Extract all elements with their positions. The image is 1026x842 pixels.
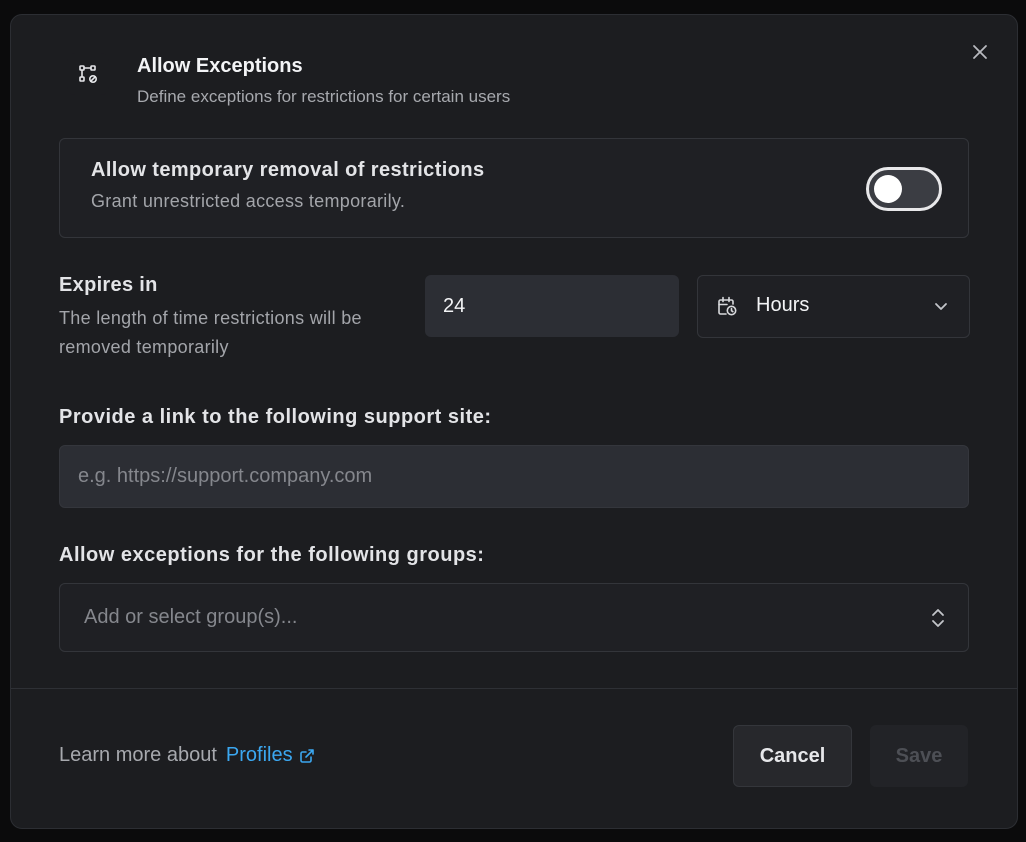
temporary-removal-toggle[interactable] — [866, 167, 942, 211]
allow-exceptions-dialog: Allow Exceptions Define exceptions for r… — [10, 14, 1018, 829]
expires-unit-select[interactable]: Hours — [697, 275, 970, 338]
footer-divider — [11, 688, 1017, 689]
profiles-link-label: Profiles — [225, 744, 293, 766]
dialog-subtitle: Define exceptions for restrictions for c… — [137, 87, 511, 106]
expires-description: The length of time restrictions will be … — [59, 308, 362, 357]
temporary-removal-title: Allow temporary removal of restrictions — [91, 159, 485, 181]
temporary-removal-card: Allow temporary removal of restrictions … — [59, 138, 969, 238]
expires-unit-value: Hours — [756, 294, 810, 316]
support-link-input[interactable] — [59, 445, 969, 508]
external-link-icon — [299, 748, 314, 763]
save-button[interactable]: Save — [870, 725, 968, 787]
expires-value-input[interactable] — [425, 275, 679, 337]
toggle-knob — [874, 175, 902, 203]
close-icon — [973, 45, 987, 59]
cancel-button[interactable]: Cancel — [733, 725, 852, 787]
chevron-up-down-icon — [932, 609, 944, 627]
temporary-removal-description: Grant unrestricted access temporarily. — [91, 191, 406, 211]
groups-placeholder: Add or select group(s)... — [84, 606, 298, 628]
calendar-clock-icon — [718, 296, 737, 316]
learn-more-text: Learn more about — [59, 744, 217, 766]
close-button[interactable] — [969, 41, 991, 63]
dialog-title: Allow Exceptions — [137, 55, 303, 77]
workflow-exception-icon — [67, 53, 109, 95]
support-link-label: Provide a link to the following support … — [59, 406, 492, 428]
chevron-down-icon — [935, 303, 947, 310]
learn-more: Learn more about Profiles — [59, 744, 315, 767]
profiles-link[interactable]: Profiles — [226, 744, 315, 767]
groups-label: Allow exceptions for the following group… — [59, 544, 485, 566]
expires-label: Expires in — [59, 274, 158, 296]
groups-select[interactable]: Add or select group(s)... — [59, 583, 969, 652]
